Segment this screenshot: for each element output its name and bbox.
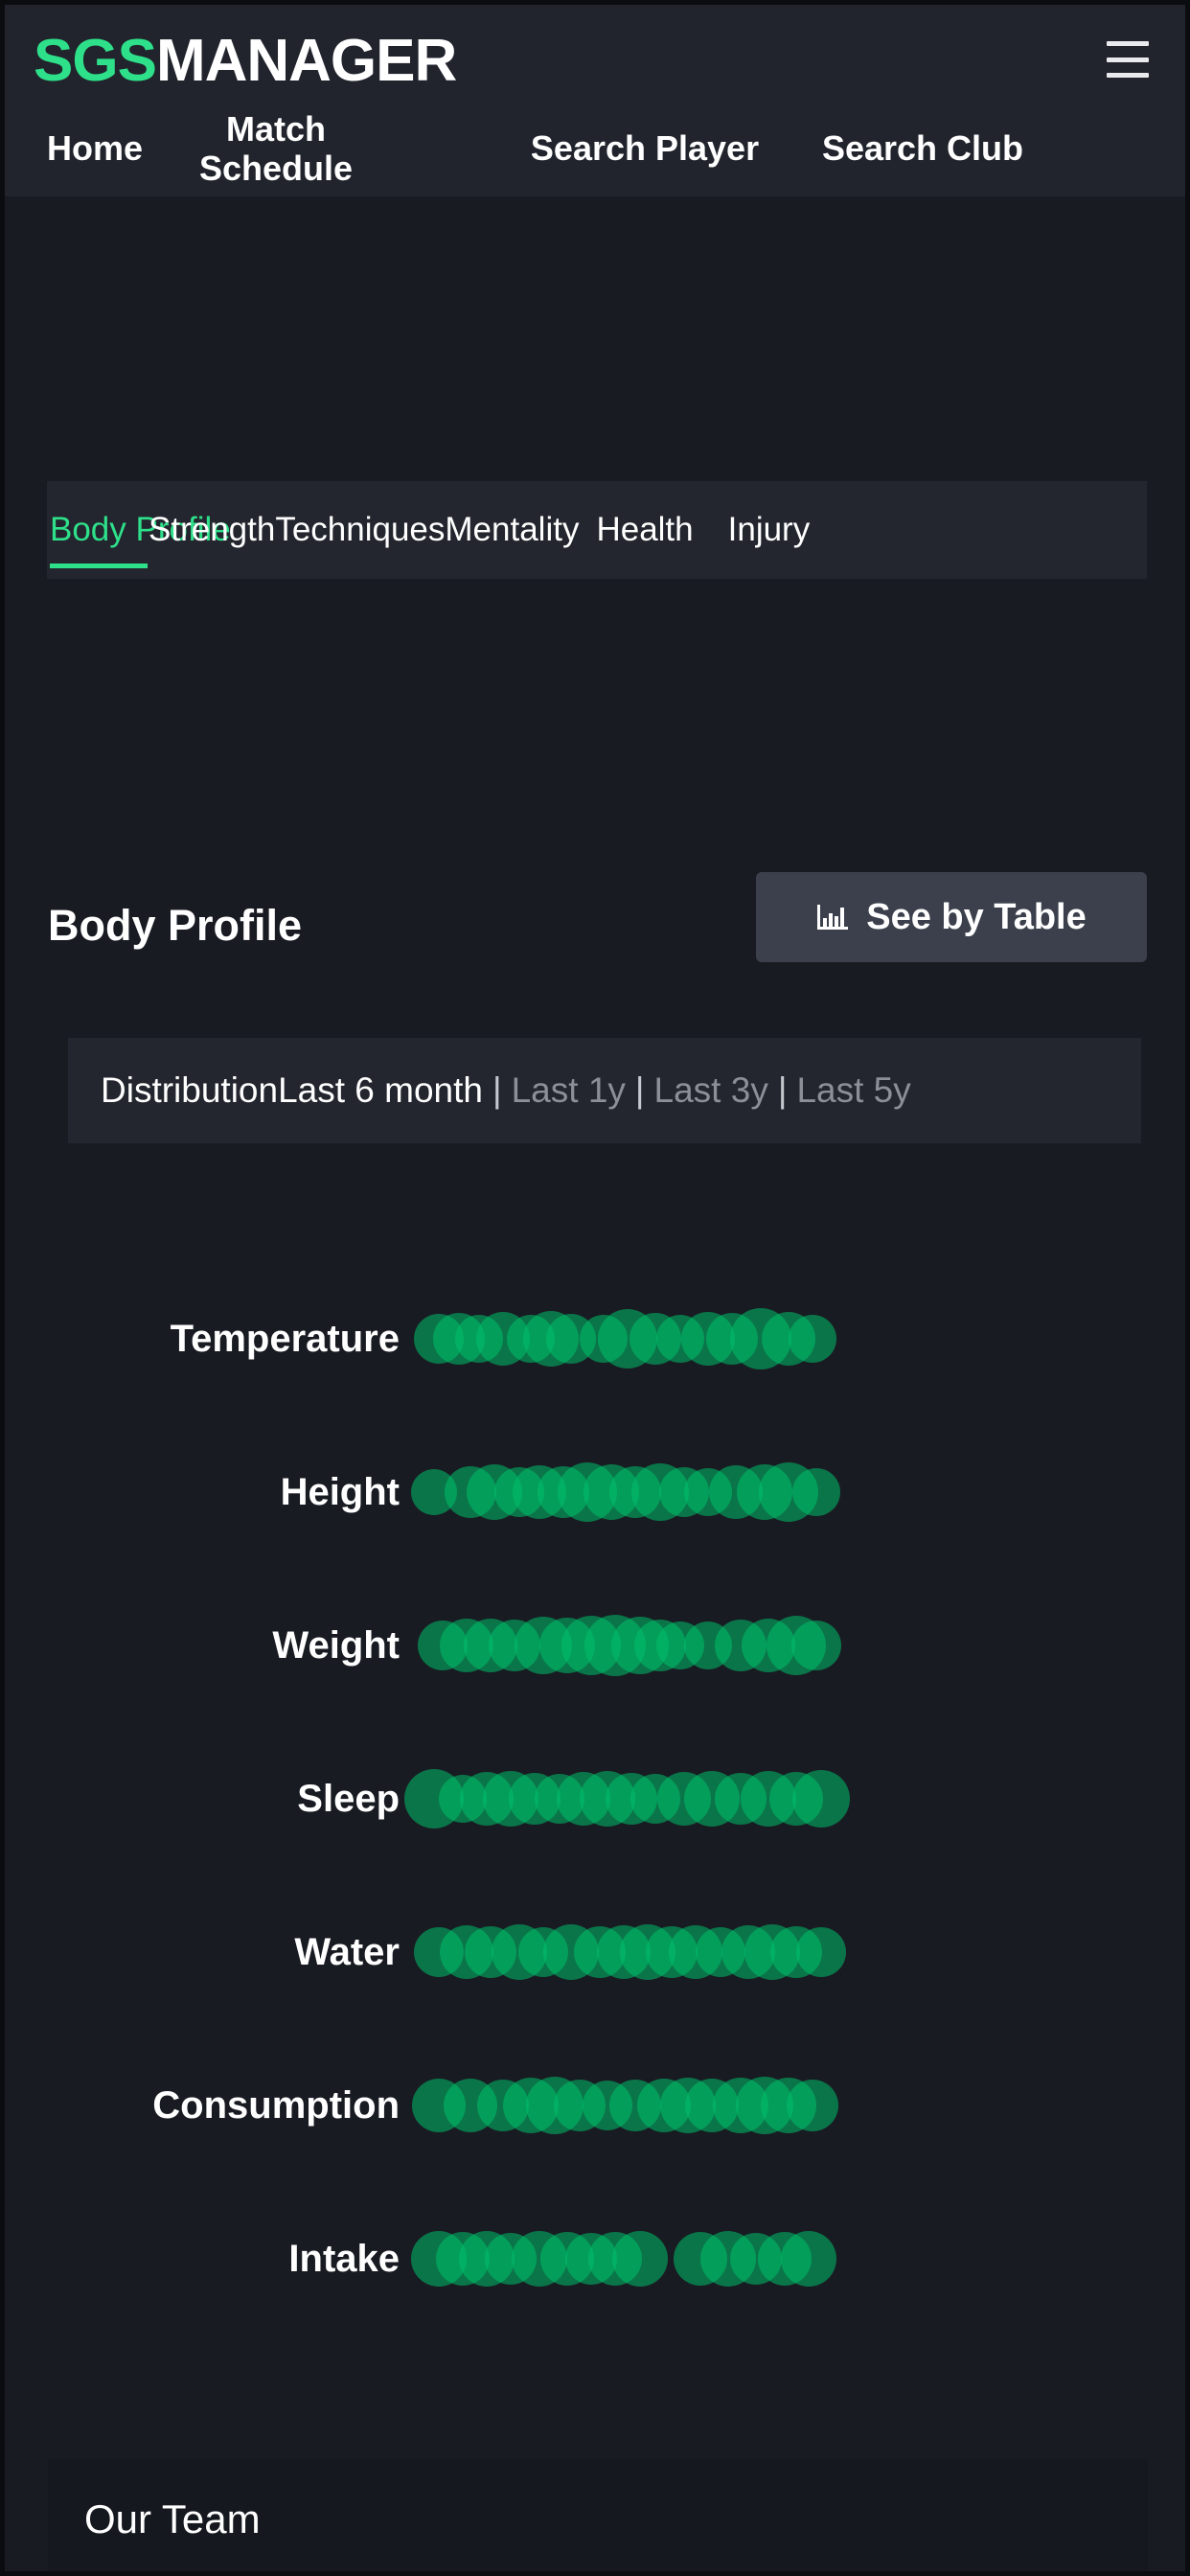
brand-secondary: MANAGER	[155, 28, 457, 94]
chart-row: Consumption	[5, 2029, 1185, 2182]
tab-health[interactable]: Health	[596, 511, 693, 548]
nav-item-match-schedule[interactable]: Match Schedule	[185, 109, 367, 188]
body-profile-distribution-chart: Temperature Height Weight Sleep Water Consump…	[5, 1262, 1185, 2335]
range-option-last-5y[interactable]: Last 5y	[796, 1070, 910, 1111]
chart-row: Intake	[5, 2182, 1185, 2335]
hamburger-icon[interactable]	[1107, 41, 1149, 78]
distribution-dot-strip	[417, 1612, 842, 1679]
nav-item-home[interactable]: Home	[5, 128, 185, 168]
tab-injury[interactable]: Injury	[728, 511, 811, 548]
main-nav: Home Match Schedule Search Player Search…	[5, 101, 1185, 196]
distribution-filter: Distribution Last 6 month | Last 1y | La…	[68, 1038, 1141, 1143]
distribution-dot-strip	[410, 2225, 836, 2292]
distribution-dot	[781, 2231, 836, 2287]
chart-row-label: Intake	[288, 2237, 400, 2280]
distribution-label: Distribution	[101, 1070, 279, 1110]
tab-strength[interactable]: Strength	[149, 511, 275, 548]
distribution-dot	[789, 1315, 837, 1363]
chart-row-label: Sleep	[297, 1777, 400, 1820]
chart-row: Weight	[5, 1569, 1185, 1722]
our-team-panel: Our Team	[48, 2459, 1148, 2571]
app-page: SGSMANAGER Home Match Schedule Search Pl…	[0, 0, 1190, 2576]
distribution-dot	[611, 2231, 668, 2287]
bar-chart-icon	[816, 901, 851, 933]
distribution-dot	[791, 1621, 842, 1670]
range-option-last-6-month[interactable]: Last 6 month	[278, 1070, 483, 1111]
hamburger-bar	[1107, 57, 1149, 62]
hamburger-bar	[1107, 73, 1149, 78]
hamburger-bar	[1107, 41, 1149, 46]
chart-row: Water	[5, 1875, 1185, 2029]
our-team-title: Our Team	[48, 2459, 1148, 2571]
chart-row: Sleep	[5, 1722, 1185, 1875]
distribution-dot	[787, 2080, 839, 2131]
app-header: SGSMANAGER Home Match Schedule Search Pl…	[5, 5, 1185, 196]
brand-logo[interactable]: SGSMANAGER	[34, 32, 457, 91]
range-separator: |	[634, 1070, 645, 1110]
chart-row: Height	[5, 1415, 1185, 1569]
distribution-dot	[792, 1468, 841, 1516]
profile-tabbar: Body Profile Strength Techniques Mentali…	[47, 481, 1147, 579]
tab-mentality[interactable]: Mentality	[445, 511, 579, 548]
distribution-dot	[795, 1927, 846, 1977]
chart-row-label: Consumption	[152, 2083, 400, 2127]
range-separator: |	[777, 1070, 788, 1110]
distribution-dot-strip	[404, 1765, 850, 1832]
tab-techniques[interactable]: Techniques	[275, 511, 445, 548]
distribution-dot	[791, 1770, 850, 1828]
chart-row-label: Water	[294, 1930, 400, 1973]
brand-primary: SGS	[34, 28, 157, 94]
active-tab-indicator	[50, 564, 148, 568]
chart-row: Temperature	[5, 1262, 1185, 1415]
range-separator: |	[492, 1070, 502, 1110]
chart-row-label: Temperature	[170, 1317, 400, 1360]
distribution-dot-strip	[411, 1459, 841, 1526]
see-by-table-button[interactable]: See by Table	[756, 872, 1147, 962]
see-by-table-label: See by Table	[866, 896, 1087, 937]
chart-row-label: Height	[280, 1470, 400, 1513]
nav-item-search-club[interactable]: Search Club	[789, 128, 1057, 168]
tab-body-profile[interactable]: Body Profile	[47, 511, 231, 548]
chart-row-label: Weight	[272, 1623, 400, 1667]
distribution-dot-strip	[413, 1919, 846, 1986]
nav-item-search-player[interactable]: Search Player	[501, 128, 789, 168]
range-option-last-3y[interactable]: Last 3y	[654, 1070, 768, 1111]
page-title: Body Profile	[48, 901, 303, 950]
range-option-last-1y[interactable]: Last 1y	[512, 1070, 626, 1111]
distribution-dot-strip	[413, 1305, 837, 1372]
distribution-dot-strip	[411, 2072, 839, 2139]
